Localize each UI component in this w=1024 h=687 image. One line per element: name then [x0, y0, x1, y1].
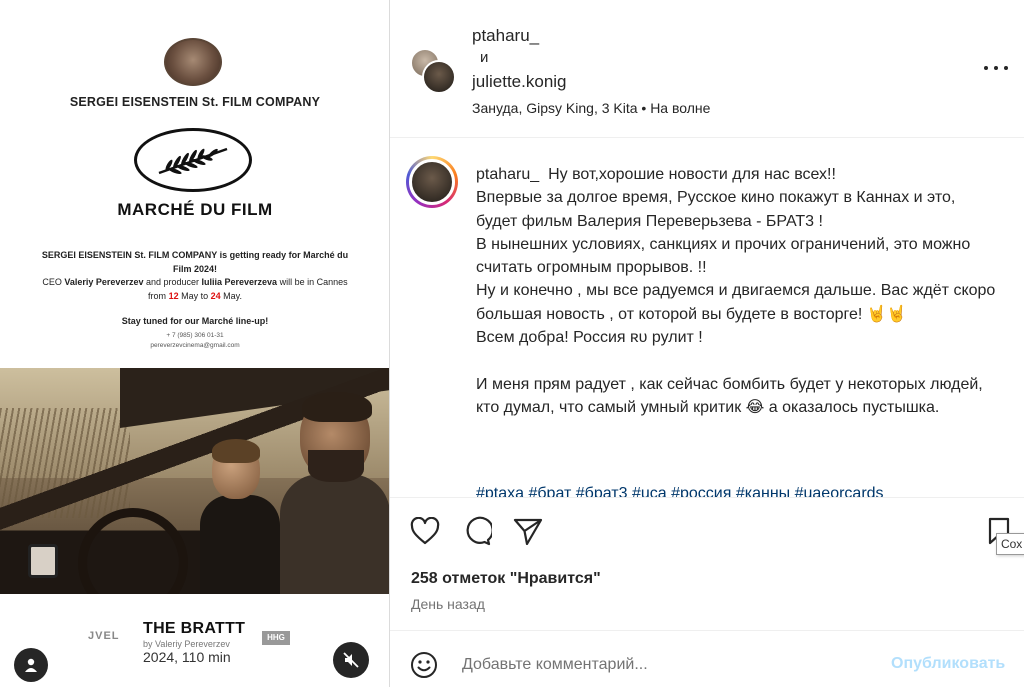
mute-button[interactable] — [333, 642, 369, 678]
caption-text: ptaharu_ Ну вот,хорошие новости для нас … — [476, 163, 996, 419]
poster-details: CEO Valeriy Pereverzev and producer Iuli… — [42, 277, 348, 301]
film-byline: by Valeriy Pereverzev — [143, 639, 230, 649]
poster-marche-title: MARCHÉ DU FILM — [117, 200, 273, 219]
tagged-users-button[interactable] — [14, 648, 48, 682]
post-timestamp[interactable]: День назад — [411, 596, 485, 612]
collaborator-username-link[interactable]: juliette.konig — [472, 72, 567, 92]
jvel-logo: JVEL — [88, 630, 120, 642]
poster-footer: JVEL THE BRATTT by Valeriy Pereverzev 20… — [0, 594, 389, 687]
publish-button[interactable]: Опубликовать — [891, 655, 1005, 673]
caption-body: Ну вот,хорошие новости для нас всех!! Вп… — [476, 166, 996, 416]
caption-section: ptaharu_ Ну вот,хорошие новости для нас … — [390, 139, 1024, 497]
mute-icon — [343, 652, 359, 668]
comment-button[interactable] — [460, 514, 494, 548]
share-icon — [513, 518, 543, 545]
more-options-button[interactable] — [984, 58, 1008, 78]
comment-form: Опубликовать — [390, 630, 1024, 687]
comment-input[interactable] — [462, 653, 872, 677]
hhg-logo: HHG — [262, 631, 290, 645]
comment-icon — [466, 516, 492, 546]
poster-stay-tuned: Stay tuned for our Marché line-up! — [121, 316, 269, 326]
collab-avatars[interactable] — [410, 48, 456, 94]
like-button[interactable] — [408, 514, 442, 548]
film-still-photo — [0, 368, 389, 594]
poster-announcement: SERGEI EISENSTEIN St. FILM COMPANY is ge… — [41, 250, 349, 274]
post-media[interactable]: SERGEI EISENSTEIN St. FILM COMPANY MARCH… — [0, 0, 390, 687]
user-tag-icon — [25, 658, 37, 672]
audio-attribution-link[interactable]: Зануда, Gipsy King, 3 Kita • На волне — [472, 100, 710, 116]
emoji-button[interactable] — [410, 651, 438, 679]
heart-icon — [410, 517, 440, 545]
poster-company-name: SERGEI EISENSTEIN St. FILM COMPANY — [69, 95, 321, 109]
share-button[interactable] — [511, 514, 545, 548]
post-side-panel: ptaharu_ и juliette.konig Зануда, Gipsy … — [390, 0, 1024, 687]
caption-avatar[interactable] — [406, 156, 458, 208]
company-seal-logo — [164, 38, 222, 86]
film-year-runtime: 2024, 110 min — [143, 649, 231, 665]
collab-conjunction: и — [480, 49, 489, 66]
emoji-icon — [411, 652, 437, 678]
likes-count-link[interactable]: 258 отметок "Нравится" — [411, 570, 601, 588]
caption-hashtags[interactable]: #ptaxa #брат #брат3 #uca #россия #канны … — [476, 485, 996, 497]
save-tooltip: Сох — [996, 533, 1024, 555]
author-username-link[interactable]: ptaharu_ — [472, 26, 539, 46]
poster-contacts: + 7 (985) 306 01-31 pereverzevcinema@gmai… — [150, 332, 240, 349]
poster-header: SERGEI EISENSTEIN St. FILM COMPANY MARCH… — [0, 0, 389, 368]
more-icon — [984, 66, 988, 70]
caption-username-link[interactable]: ptaharu_ — [476, 166, 539, 183]
post-actions-bar — [390, 497, 1024, 557]
film-title: THE BRATTT — [143, 620, 246, 637]
avatar[interactable] — [422, 60, 456, 94]
palm-logo — [134, 128, 252, 192]
post-header: ptaharu_ и juliette.konig Зануда, Gipsy … — [390, 0, 1024, 138]
